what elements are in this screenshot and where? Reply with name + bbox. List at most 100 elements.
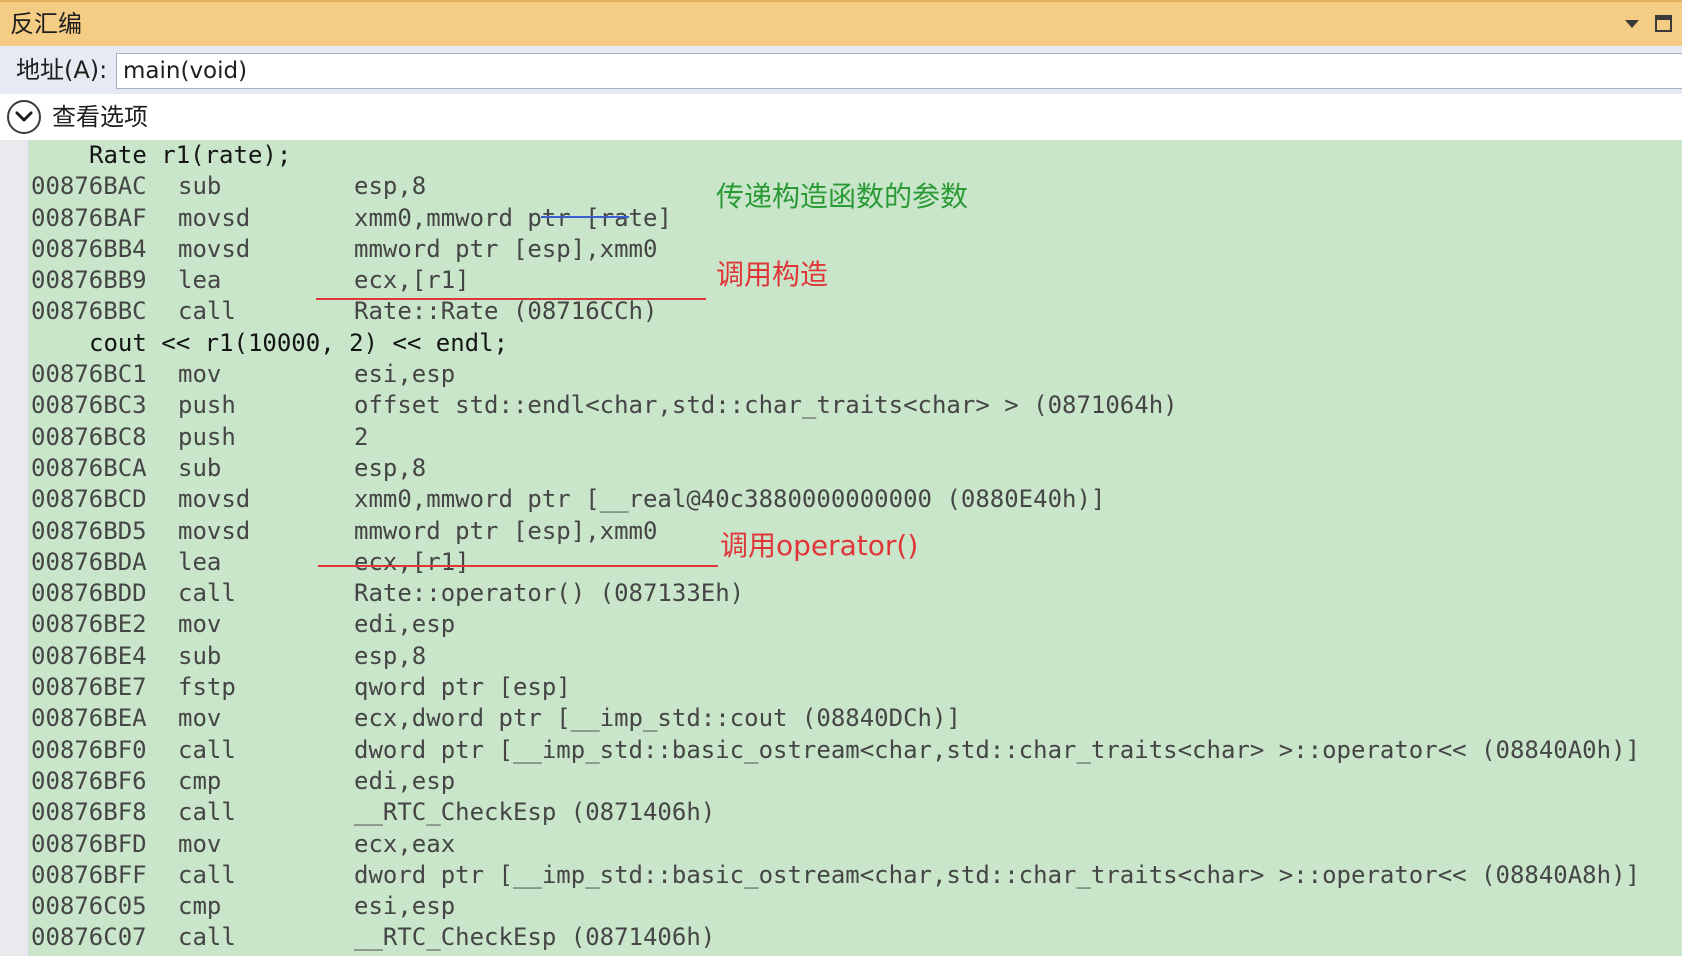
asm-line[interactable]: 00876BE7 fstp qword ptr [esp] xyxy=(31,672,1671,703)
asm-address: 00876BE7 xyxy=(31,673,147,702)
source-text: Rate r1(rate); xyxy=(89,141,292,169)
asm-line[interactable]: 00876BCA sub esp,8 xyxy=(31,453,1671,484)
address-input[interactable] xyxy=(116,53,1682,89)
asm-operands: ecx,[r1] xyxy=(354,547,470,576)
asm-address: 00876C07 xyxy=(31,923,147,952)
asm-address: 00876C05 xyxy=(31,892,147,921)
address-label: 地址(A): xyxy=(16,56,108,84)
operator-call-underline xyxy=(318,565,718,567)
annotation-pass-ctor-args: 传递构造函数的参数 xyxy=(716,180,969,213)
source-line[interactable]: cout << r1(10000, 2) << endl; xyxy=(31,328,1671,359)
asm-mnemonic: sub xyxy=(178,641,222,670)
asm-mnemonic: cmp xyxy=(178,892,222,921)
asm-operands: edi,esp xyxy=(354,610,456,639)
asm-address: 00876BFF xyxy=(31,860,147,889)
asm-mnemonic: push xyxy=(178,422,236,451)
view-options-bar: 查看选项 xyxy=(0,94,1682,140)
asm-mnemonic: sub xyxy=(178,453,222,482)
asm-address: 00876BBC xyxy=(31,297,147,326)
asm-line[interactable]: 00876BB4 movsd mmword ptr [esp],xmm0 xyxy=(31,234,1671,265)
asm-mnemonic: mov xyxy=(178,704,222,733)
asm-operands: 2 xyxy=(354,422,369,451)
asm-line[interactable]: 00876BEA mov ecx,dword ptr [__imp_std::cou… xyxy=(31,703,1671,734)
asm-address: 00876BE4 xyxy=(31,641,147,670)
asm-line[interactable]: 00876BDD call Rate::operator() (087133Eh) xyxy=(31,578,1671,609)
asm-address: 00876BB9 xyxy=(31,266,147,295)
asm-line[interactable]: 00876BC3 push offset std::endl<char,std::c… xyxy=(31,390,1671,421)
asm-address: 00876BB4 xyxy=(31,234,147,263)
asm-operands: xmm0,mmword ptr [rate] xyxy=(354,203,672,232)
asm-mnemonic: movsd xyxy=(178,203,251,232)
asm-line[interactable]: 00876C07 call __RTC_CheckEsp (0871406h) xyxy=(31,922,1671,953)
asm-mnemonic: call xyxy=(178,860,236,889)
asm-operands: offset std::endl<char,std::char_traits<c… xyxy=(354,391,1178,420)
asm-mnemonic: movsd xyxy=(178,485,251,514)
asm-address: 00876BAF xyxy=(31,203,147,232)
disassembly-view[interactable]: Rate r1(rate); 00876BAC sub esp,8 00876BAF mo… xyxy=(0,140,1682,956)
asm-address: 00876BF0 xyxy=(31,735,147,764)
asm-operands: __RTC_CheckEsp (0871406h) xyxy=(354,798,716,827)
asm-operands: dword ptr [__imp_std::basic_ostream<char… xyxy=(354,860,1640,889)
asm-line[interactable]: 00876C05 cmp esi,esp xyxy=(31,891,1671,922)
asm-mnemonic: push xyxy=(178,391,236,420)
asm-line[interactable]: 00876BBC call Rate::Rate (08716CCh) xyxy=(31,296,1671,327)
asm-address: 00876BCA xyxy=(31,453,147,482)
asm-operands: ecx,dword ptr [__imp_std::cout (08840DCh… xyxy=(354,704,961,733)
asm-address: 00876BF8 xyxy=(31,798,147,827)
asm-line[interactable]: 00876BE4 sub esp,8 xyxy=(31,641,1671,672)
asm-mnemonic: call xyxy=(178,297,236,326)
ctor-call-underline xyxy=(316,298,706,300)
asm-mnemonic: call xyxy=(178,735,236,764)
asm-operands: mmword ptr [esp],xmm0 xyxy=(354,516,658,545)
address-bar: 地址(A): xyxy=(0,46,1682,94)
annotation-call-operator: 调用operator() xyxy=(720,529,919,562)
asm-operands: ecx,eax xyxy=(354,829,456,858)
asm-mnemonic: sub xyxy=(178,172,222,201)
asm-operands: Rate::Rate (08716CCh) xyxy=(354,297,658,326)
asm-operands: Rate::operator() (087133Eh) xyxy=(354,579,745,608)
asm-address: 00876BDA xyxy=(31,547,147,576)
asm-mnemonic: call xyxy=(178,579,236,608)
asm-line[interactable]: 00876BCD movsd xmm0,mmword ptr [__real@40c… xyxy=(31,484,1671,515)
asm-address: 00876BDD xyxy=(31,579,147,608)
asm-line[interactable]: 00876BFF call dword ptr [__imp_std::basic_… xyxy=(31,860,1671,891)
asm-mnemonic: lea xyxy=(178,547,222,576)
asm-mnemonic: movsd xyxy=(178,234,251,263)
asm-line[interactable]: 00876BB9 lea ecx,[r1] xyxy=(31,265,1671,296)
asm-line[interactable]: 00876BFD mov ecx,eax xyxy=(31,829,1671,860)
asm-operands: mmword ptr [esp],xmm0 xyxy=(354,234,658,263)
asm-operands: esi,esp xyxy=(354,892,456,921)
asm-line[interactable]: 00876BE2 mov edi,esp xyxy=(31,609,1671,640)
asm-operands: esi,esp xyxy=(354,360,456,389)
asm-operands: __RTC_CheckEsp (0871406h) xyxy=(354,923,716,952)
asm-mnemonic: mov xyxy=(178,610,222,639)
chevron-down-icon[interactable] xyxy=(1620,12,1644,36)
asm-operands: esp,8 xyxy=(354,453,427,482)
asm-address: 00876BF6 xyxy=(31,766,147,795)
asm-address: 00876BC8 xyxy=(31,422,147,451)
asm-operands: ecx,[r1] xyxy=(354,266,470,295)
asm-line[interactable]: 00876BC1 mov esi,esp xyxy=(31,359,1671,390)
asm-address: 00876BE2 xyxy=(31,610,147,639)
asm-address: 00876BD5 xyxy=(31,516,147,545)
source-text: cout << r1(10000, 2) << endl; xyxy=(89,328,509,357)
rate-underline xyxy=(541,216,629,218)
asm-mnemonic: fstp xyxy=(178,673,236,702)
asm-address: 00876BC3 xyxy=(31,391,147,420)
asm-operands: xmm0,mmword ptr [__real@40c3880000000000… xyxy=(354,485,1106,514)
asm-address: 00876BFD xyxy=(31,829,147,858)
expand-chevron-icon[interactable] xyxy=(6,99,42,135)
asm-line[interactable]: 00876BF8 call __RTC_CheckEsp (0871406h) xyxy=(31,797,1671,828)
asm-line[interactable]: 00876BF0 call dword ptr [__imp_std::basic_… xyxy=(31,735,1671,766)
asm-mnemonic: lea xyxy=(178,266,222,295)
asm-operands: esp,8 xyxy=(354,172,427,201)
asm-operands: qword ptr [esp] xyxy=(354,673,571,702)
view-options-label[interactable]: 查看选项 xyxy=(52,101,148,133)
line-gutter[interactable] xyxy=(0,140,29,956)
pin-icon[interactable] xyxy=(1650,10,1678,38)
asm-line[interactable]: 00876BF6 cmp edi,esp xyxy=(31,766,1671,797)
asm-mnemonic: mov xyxy=(178,360,222,389)
asm-line[interactable]: 00876BC8 push 2 xyxy=(31,422,1671,453)
asm-mnemonic: mov xyxy=(178,829,222,858)
source-line[interactable]: Rate r1(rate); xyxy=(31,140,1671,171)
